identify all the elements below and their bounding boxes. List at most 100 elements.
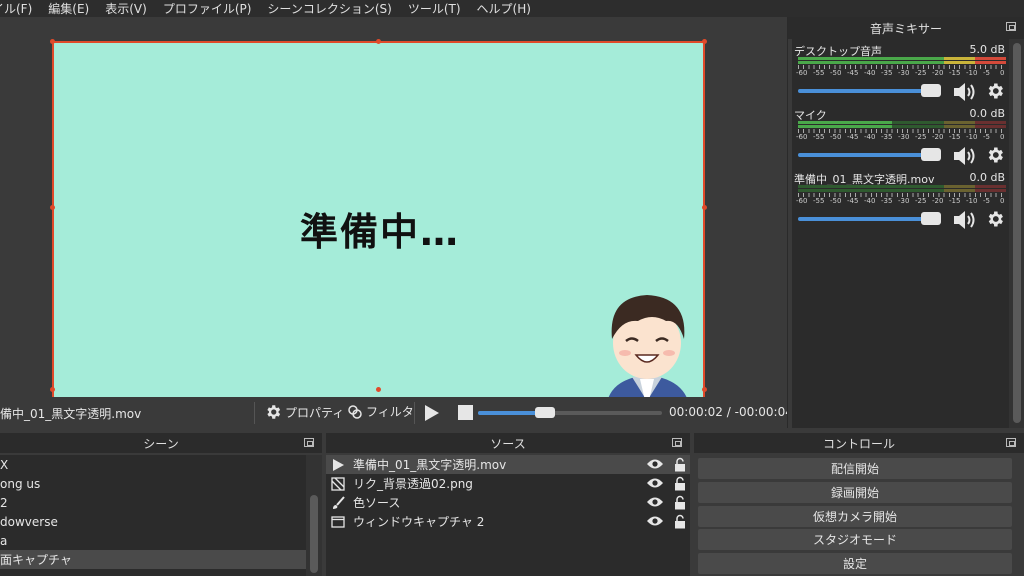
- time-remaining: -00:00:04: [734, 405, 793, 419]
- volume-slider[interactable]: [798, 89, 941, 93]
- filter-icon: [348, 404, 362, 419]
- media-file-name: 備中_01_黒文字透明.mov: [0, 407, 142, 421]
- meter-tick-label: -60: [796, 133, 808, 141]
- gear-icon: [267, 405, 281, 419]
- scrollbar-thumb[interactable]: [310, 495, 318, 573]
- seek-handle[interactable]: [534, 407, 555, 418]
- meter-level: [974, 61, 1006, 64]
- speaker-icon[interactable]: [952, 145, 978, 171]
- filters-button[interactable]: フィルタ: [347, 403, 414, 420]
- stop-icon[interactable]: [458, 405, 473, 420]
- meter-tick-label: -30: [898, 69, 910, 77]
- properties-button[interactable]: プロパティ: [264, 403, 344, 421]
- source-item[interactable]: ウィンドウキャプチャ 2: [326, 512, 690, 531]
- gear-icon[interactable]: [985, 81, 1005, 105]
- float-dock-icon[interactable]: [304, 438, 314, 447]
- lock-icon[interactable]: [674, 476, 686, 494]
- meter-segment: [974, 121, 1006, 124]
- volume-handle[interactable]: [920, 84, 941, 97]
- resize-handle[interactable]: [50, 387, 55, 392]
- source-list: 準備中_01_黒文字透明.mov リク_背景透過02.png 色ソースウィンドウキャ…: [326, 455, 690, 576]
- brush-icon: [331, 495, 345, 510]
- meter-level: [798, 61, 944, 64]
- resize-handle[interactable]: [50, 39, 55, 44]
- volume-slider[interactable]: [798, 153, 941, 157]
- meter-tick-label: -20: [932, 197, 944, 205]
- source-item[interactable]: リク_背景透過02.png: [326, 474, 690, 493]
- resize-handle[interactable]: [376, 39, 381, 44]
- sources-title: ソース: [490, 436, 526, 451]
- seek-slider[interactable]: [478, 407, 662, 418]
- source-name: 色ソース: [353, 496, 401, 510]
- meter-tick-label: -15: [949, 197, 961, 205]
- time-display: 00:00:02 / -00:00:04: [669, 405, 793, 419]
- speaker-icon[interactable]: [952, 209, 978, 235]
- resize-handle[interactable]: [50, 205, 55, 210]
- source-item[interactable]: 準備中_01_黒文字透明.mov: [326, 455, 690, 474]
- start-streaming-button[interactable]: 配信開始: [698, 458, 1012, 479]
- menu-file[interactable]: イル(F): [0, 0, 32, 17]
- scene-item[interactable]: 面キャプチャ: [0, 550, 306, 569]
- menu-profile[interactable]: プロファイル(P): [163, 0, 252, 17]
- lock-icon[interactable]: [674, 514, 686, 532]
- dock-title-bar: シーン: [0, 433, 322, 453]
- visibility-eye-icon[interactable]: [646, 477, 664, 492]
- preview-canvas[interactable]: 準備中…: [52, 41, 705, 407]
- meter-tick-label: -30: [898, 133, 910, 141]
- play-icon: [331, 458, 345, 472]
- meter-segment: [974, 185, 1006, 188]
- start-recording-button[interactable]: 録画開始: [698, 482, 1012, 503]
- gear-icon[interactable]: [985, 145, 1005, 169]
- scrollbar-thumb[interactable]: [1013, 43, 1021, 423]
- meter-level: [943, 57, 975, 60]
- volume-slider[interactable]: [798, 217, 941, 221]
- speaker-icon[interactable]: [952, 81, 978, 107]
- scene-item[interactable]: a: [0, 531, 306, 550]
- lock-icon[interactable]: [674, 495, 686, 513]
- menu-tools[interactable]: ツール(T): [408, 0, 461, 17]
- character-avatar: [606, 295, 690, 405]
- meter-tick-label: 0: [1000, 197, 1005, 205]
- scene-item[interactable]: X: [0, 455, 306, 474]
- gear-icon[interactable]: [985, 209, 1005, 233]
- audio-mixer-title: 音声ミキサー: [869, 21, 942, 36]
- volume-handle[interactable]: [920, 212, 941, 225]
- visibility-eye-icon[interactable]: [646, 496, 664, 511]
- start-virtual-camera-button[interactable]: 仮想カメラ開始: [698, 506, 1012, 527]
- source-item[interactable]: 色ソース: [326, 493, 690, 512]
- time-current: 00:00:02: [669, 405, 723, 419]
- float-dock-icon[interactable]: [1006, 438, 1016, 447]
- mixer-channel: マイク 0.0 dB -60 -55 -50 -45 -40 -35 -30 -25 -20 -15-…: [792, 107, 1009, 171]
- play-icon[interactable]: [425, 405, 439, 421]
- meter-tick-label: -60: [796, 197, 808, 205]
- visibility-eye-icon[interactable]: [646, 458, 664, 473]
- mixer-scrollbar[interactable]: [1009, 39, 1024, 428]
- float-dock-icon[interactable]: [672, 438, 682, 447]
- seek-progress: [478, 411, 539, 415]
- resize-handle[interactable]: [702, 205, 707, 210]
- menu-help[interactable]: ヘルプ(H): [477, 0, 531, 17]
- menu-view[interactable]: 表示(V): [105, 0, 147, 17]
- menu-edit[interactable]: 編集(E): [48, 0, 89, 17]
- settings-button[interactable]: 設定: [698, 553, 1012, 574]
- menu-bar: イル(F) 編集(E) 表示(V) プロファイル(P) シーンコレクション(S)…: [0, 0, 1024, 17]
- resize-handle[interactable]: [702, 39, 707, 44]
- meter-tick-label: -25: [915, 69, 927, 77]
- scene-item[interactable]: ong us: [0, 474, 306, 493]
- meter-tick-label: -25: [915, 197, 927, 205]
- scene-scrollbar[interactable]: [306, 455, 322, 576]
- resize-handle[interactable]: [702, 387, 707, 392]
- scene-item[interactable]: 2: [0, 493, 306, 512]
- scenes-title: シーン: [143, 436, 179, 451]
- scene-name: 面キャプチャ: [0, 553, 72, 567]
- lock-icon[interactable]: [674, 457, 686, 475]
- float-dock-icon[interactable]: [1006, 22, 1016, 31]
- meter-tick-label: -60: [796, 69, 808, 77]
- visibility-eye-icon[interactable]: [646, 515, 664, 530]
- resize-handle[interactable]: [376, 387, 381, 392]
- studio-mode-button[interactable]: スタジオモード: [698, 529, 1012, 550]
- scene-list: Xong us 2 dowverse a 面キャプチャ: [0, 455, 306, 576]
- volume-handle[interactable]: [920, 148, 941, 161]
- menu-scene-collection[interactable]: シーンコレクション(S): [267, 0, 391, 17]
- scene-item[interactable]: dowverse: [0, 512, 306, 531]
